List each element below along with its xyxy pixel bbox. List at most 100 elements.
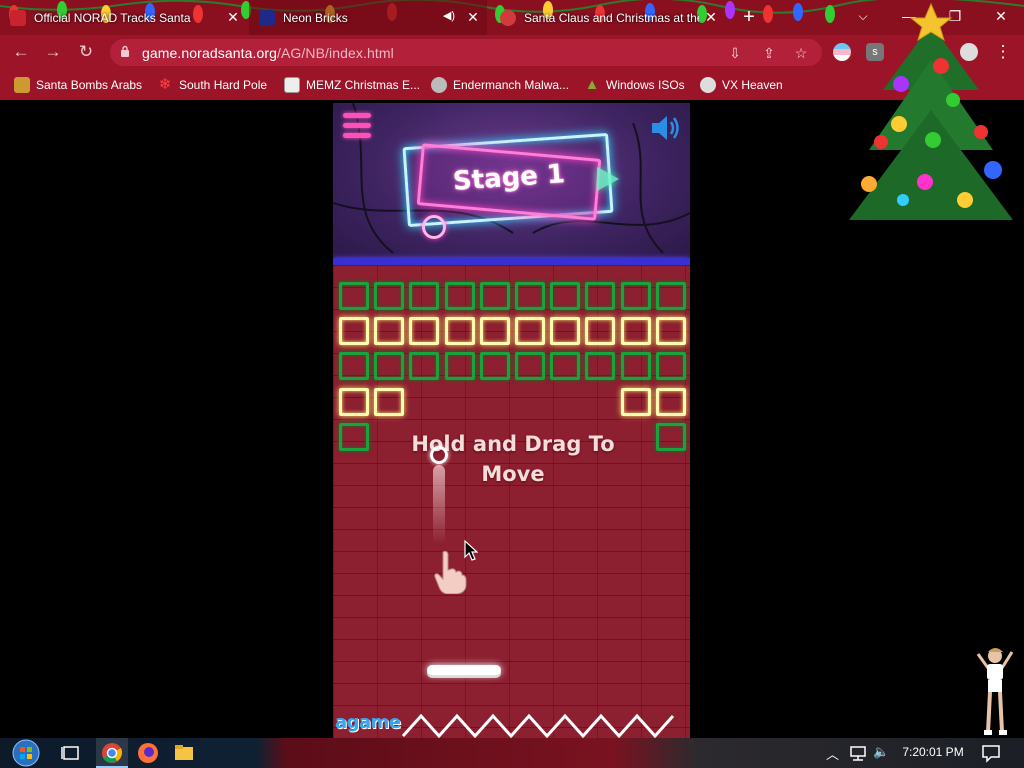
agame-logo: agame (335, 712, 401, 733)
tab-title: Neon Bricks (283, 10, 348, 25)
green-brick (339, 282, 369, 310)
file-explorer-icon[interactable] (173, 742, 195, 764)
install-icon[interactable]: ⇩ (726, 44, 744, 62)
yellow-brick (339, 387, 369, 416)
bookmark-south-hard-pole[interactable]: ❄ South Hard Pole (157, 76, 267, 94)
green-brick (515, 352, 545, 381)
bookmark-memz-christmas[interactable]: MEMZ Christmas E... (284, 76, 420, 94)
lock-icon (121, 45, 129, 57)
image-bookmark-icon (284, 77, 300, 93)
yellow-brick (515, 317, 545, 346)
yellow-brick (620, 317, 651, 346)
santa-bookmark-icon (14, 77, 30, 93)
url-path: /AG/NB/index.html (277, 45, 394, 61)
system-clock[interactable]: 7:20:01 PM (900, 745, 966, 759)
new-tab-button[interactable]: + (739, 7, 759, 27)
green-brick (444, 282, 475, 310)
taskbar: ︿ 🔈 7:20:01 PM (0, 738, 1024, 768)
tab-title: Official NORAD Tracks Santa (34, 10, 191, 25)
network-icon[interactable] (848, 743, 868, 763)
bookmark-label: Endermanch Malwa... (453, 78, 570, 92)
tab-norad[interactable]: Official NORAD Tracks Santa ✕ (0, 0, 247, 35)
windows-start-icon[interactable] (8, 738, 44, 768)
tab-santa-claus[interactable]: Santa Claus and Christmas at the ✕ (490, 0, 725, 35)
green-brick (620, 282, 651, 310)
yellow-brick (655, 387, 686, 416)
top-boundary-bar (333, 258, 690, 265)
bookmark-endermanch-malware[interactable]: Endermanch Malwa... (431, 76, 569, 94)
chevron-up-icon[interactable]: ︿ (826, 744, 839, 763)
notification-icon[interactable] (981, 743, 1001, 763)
tree-bookmark-icon: ▲ (584, 76, 600, 93)
green-brick (479, 352, 510, 381)
address-bar[interactable]: game.noradsanta.org/AG/NB/index.html ⇩ ⇪… (110, 39, 822, 66)
url-text: game.noradsanta.org/AG/NB/index.html (142, 45, 394, 61)
bookmark-label: South Hard Pole (179, 78, 268, 92)
raccoon-bookmark-icon (431, 77, 447, 93)
yellow-brick (444, 317, 475, 346)
speaker-icon[interactable] (649, 111, 683, 145)
green-brick (374, 282, 405, 310)
url-host: game.noradsanta.org (142, 45, 277, 61)
hamburger-menu-button[interactable] (343, 113, 373, 139)
green-brick (550, 352, 581, 381)
ball (430, 446, 448, 464)
audio-playing-icon[interactable]: ◀) (443, 9, 455, 22)
bookmark-label: MEMZ Christmas E... (306, 78, 421, 92)
mouse-cursor-icon (464, 540, 478, 561)
yellow-brick (374, 387, 405, 416)
green-brick (339, 422, 369, 451)
vx-bookmark-icon (700, 77, 716, 93)
green-brick (409, 352, 440, 381)
green-brick (515, 282, 545, 310)
yellow-brick (620, 387, 651, 416)
green-brick (655, 352, 686, 381)
santa-favicon-icon (500, 9, 516, 26)
volume-icon[interactable]: 🔈 (873, 744, 889, 760)
ball-trail (433, 465, 445, 545)
green-brick (655, 422, 686, 451)
green-brick (550, 282, 581, 310)
tutorial-hint: Hold and Drag To Move (411, 432, 615, 486)
bookmark-vx-heaven[interactable]: VX Heaven (700, 76, 783, 94)
tab-neon-bricks[interactable]: Neon Bricks ◀) ✕ (249, 0, 487, 35)
close-icon[interactable]: ✕ (465, 9, 481, 25)
bookmark-santa-bombs-arabs[interactable]: Santa Bombs Arabs (14, 76, 142, 94)
back-arrow-icon[interactable]: ← (10, 41, 32, 63)
green-brick (374, 352, 405, 381)
yellow-brick (374, 317, 405, 346)
brick-field (333, 265, 690, 738)
neon-circle-decoration (422, 215, 446, 239)
bookmark-label: VX Heaven (722, 78, 783, 92)
bookmark-label: Windows ISOs (606, 78, 685, 92)
yellow-brick (655, 317, 686, 346)
green-brick (339, 352, 369, 381)
chrome-icon[interactable] (101, 742, 123, 764)
dancing-girl-decoration (976, 648, 1014, 735)
green-brick (479, 282, 510, 310)
game-canvas[interactable]: Stage 1 Hold and Drag To Move agame (333, 103, 690, 738)
christmas-tree-decoration (849, 2, 1013, 220)
yellow-brick (409, 317, 440, 346)
reload-icon[interactable]: ↻ (75, 41, 97, 63)
bookmark-windows-isos[interactable]: ▲ Windows ISOs (584, 76, 685, 94)
bookmark-star-icon[interactable]: ☆ (792, 44, 810, 62)
task-view-icon[interactable] (60, 742, 82, 764)
share-icon[interactable]: ⇪ (760, 44, 778, 62)
yellow-brick (479, 317, 510, 346)
paddle[interactable] (427, 665, 501, 675)
green-brick (409, 282, 440, 310)
green-brick (585, 282, 616, 310)
yellow-brick (339, 317, 369, 346)
neon-triangle-decoration (597, 167, 619, 191)
flag-favicon-icon (259, 9, 275, 26)
bookmark-label: Santa Bombs Arabs (36, 78, 143, 92)
forward-arrow-icon[interactable]: → (42, 41, 64, 63)
green-brick (444, 352, 475, 381)
snowflake-bookmark-icon: ❄ (158, 76, 172, 93)
close-icon[interactable]: ✕ (225, 9, 241, 25)
yellow-brick (585, 317, 616, 346)
firefox-icon[interactable] (137, 742, 159, 764)
yellow-brick (550, 317, 581, 346)
close-icon[interactable]: ✕ (703, 9, 719, 25)
